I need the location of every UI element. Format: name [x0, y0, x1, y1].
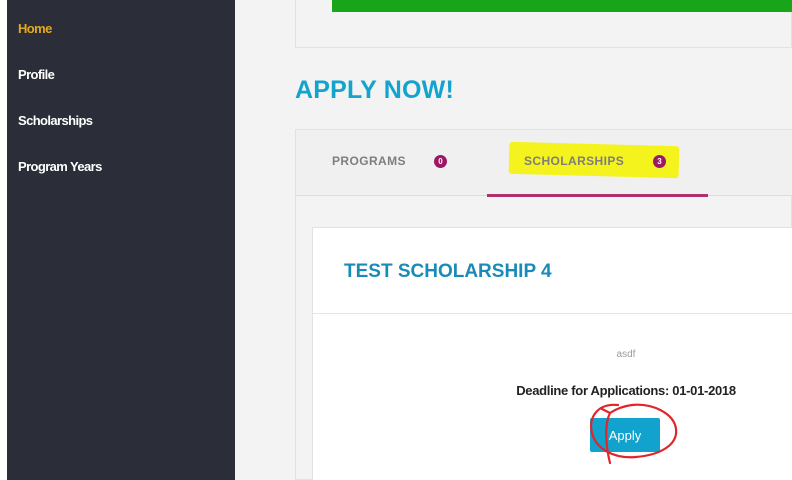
- tabs-panel: PROGRAMS 0 SCHOLARSHIPS 3 TEST SCHOLARSH…: [295, 129, 792, 480]
- main-content: APPLY NOW! PROGRAMS 0 SCHOLARSHIPS 3 TES…: [235, 0, 792, 480]
- progress-card: [295, 0, 792, 48]
- scholarship-card: TEST SCHOLARSHIP 4 asdf Deadline for App…: [312, 227, 792, 480]
- tab-scholarships[interactable]: SCHOLARSHIPS 3: [487, 130, 708, 197]
- deadline-text: Deadline for Applications: 01-01-2018: [516, 383, 736, 398]
- tab-scholarships-label: SCHOLARSHIPS: [524, 154, 625, 168]
- sidebar: Home Profile Scholarships Program Years: [7, 0, 235, 480]
- scholarship-description: asdf: [616, 349, 636, 360]
- apply-button[interactable]: Apply: [590, 418, 660, 452]
- progress-bar: [332, 0, 792, 12]
- sidebar-item-program-years[interactable]: Program Years: [18, 159, 102, 174]
- sidebar-item-home[interactable]: Home: [18, 21, 52, 36]
- active-tab-underline: [487, 194, 708, 197]
- sidebar-item-scholarships[interactable]: Scholarships: [18, 113, 93, 128]
- programs-count-badge: 0: [434, 155, 447, 168]
- scholarship-card-header: TEST SCHOLARSHIP 4: [313, 228, 792, 314]
- scholarships-count-badge: 3: [653, 155, 666, 168]
- sidebar-item-profile[interactable]: Profile: [18, 67, 55, 82]
- tab-programs[interactable]: PROGRAMS 0: [296, 130, 487, 196]
- left-edge-strip: [0, 0, 7, 480]
- tab-bar: PROGRAMS 0 SCHOLARSHIPS 3: [296, 130, 792, 197]
- scholarship-title: TEST SCHOLARSHIP 4: [344, 261, 552, 282]
- tab-programs-label: PROGRAMS: [332, 154, 406, 168]
- page-title: APPLY NOW!: [295, 76, 454, 104]
